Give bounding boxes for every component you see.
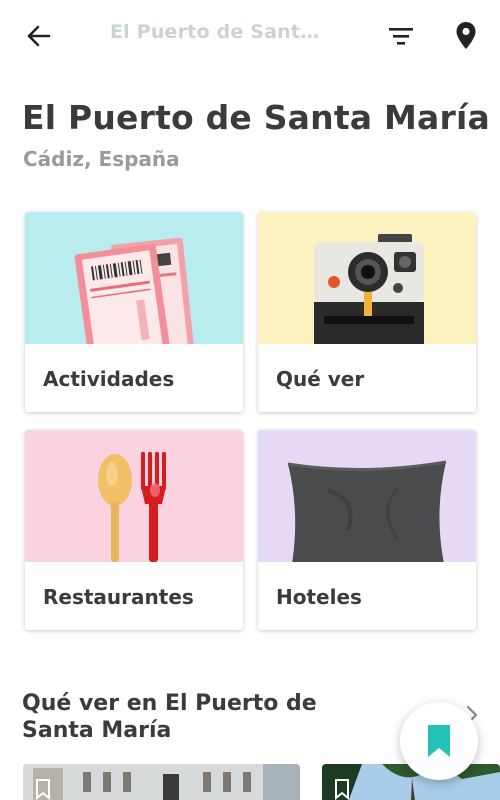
section-title: Qué ver en El Puerto de Santa María — [22, 691, 317, 743]
saved-bookmarks-button[interactable] — [400, 702, 478, 780]
place-thumbnail[interactable] — [322, 764, 500, 800]
category-card-hoteles[interactable]: Hoteles — [258, 430, 476, 630]
category-label: Hoteles — [276, 585, 362, 609]
place-thumbnail[interactable] — [23, 764, 300, 800]
pillow-image — [258, 430, 476, 562]
category-label: Actividades — [43, 367, 175, 391]
bookmark-icon[interactable] — [35, 778, 51, 800]
bookmark-icon — [428, 725, 450, 757]
page-title: El Puerto de Santa María — [22, 98, 490, 137]
back-arrow-icon[interactable] — [22, 19, 56, 53]
category-label: Qué ver — [276, 367, 365, 391]
page-subtitle: Cádiz, España — [23, 147, 180, 171]
top-app-bar: El Puerto de Sant… — [0, 0, 500, 70]
toolbar-title: El Puerto de Sant… — [110, 21, 320, 43]
location-pin-icon[interactable] — [453, 20, 479, 52]
instant-camera-image — [258, 212, 476, 344]
tickets-image — [25, 212, 243, 344]
spoon-fork-image — [25, 430, 243, 562]
bookmark-icon[interactable] — [334, 778, 350, 800]
category-card-actividades[interactable]: Actividades — [25, 212, 243, 412]
category-card-que-ver[interactable]: Qué ver — [258, 212, 476, 412]
filter-icon[interactable] — [386, 22, 416, 50]
category-card-restaurantes[interactable]: Restaurantes — [25, 430, 243, 630]
category-label: Restaurantes — [43, 585, 194, 609]
